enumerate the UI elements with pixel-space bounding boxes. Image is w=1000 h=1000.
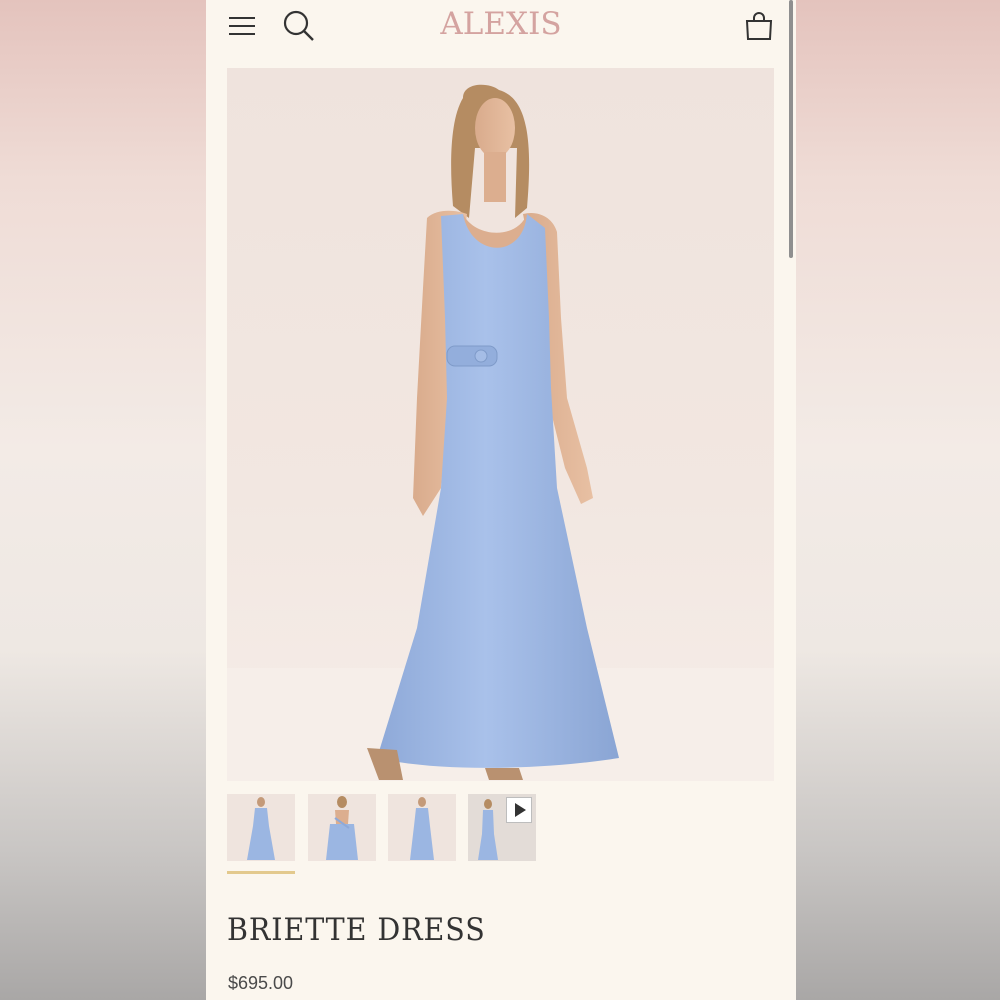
thumbnail-back[interactable]	[308, 794, 376, 861]
thumbnail-front-full[interactable]	[388, 794, 456, 861]
brand-logo[interactable]: ALEXIS	[206, 6, 796, 42]
play-icon[interactable]	[506, 797, 532, 823]
mobile-page: ALEXIS BRIETTE DRESS $695.00	[206, 0, 796, 1000]
product-price: $695.00	[228, 973, 294, 993]
thumbnail-front[interactable]	[227, 794, 295, 861]
scrollbar[interactable]	[789, 0, 793, 258]
background-right	[796, 0, 1000, 1000]
active-thumbnail-indicator	[227, 871, 295, 874]
shopping-bag-icon[interactable]	[744, 10, 774, 42]
background-left	[0, 0, 206, 1000]
product-main-image[interactable]	[227, 68, 774, 781]
thumbnail-video[interactable]	[468, 794, 536, 861]
site-header: ALEXIS	[206, 0, 796, 56]
product-title: BRIETTE DRESS	[227, 912, 486, 948]
